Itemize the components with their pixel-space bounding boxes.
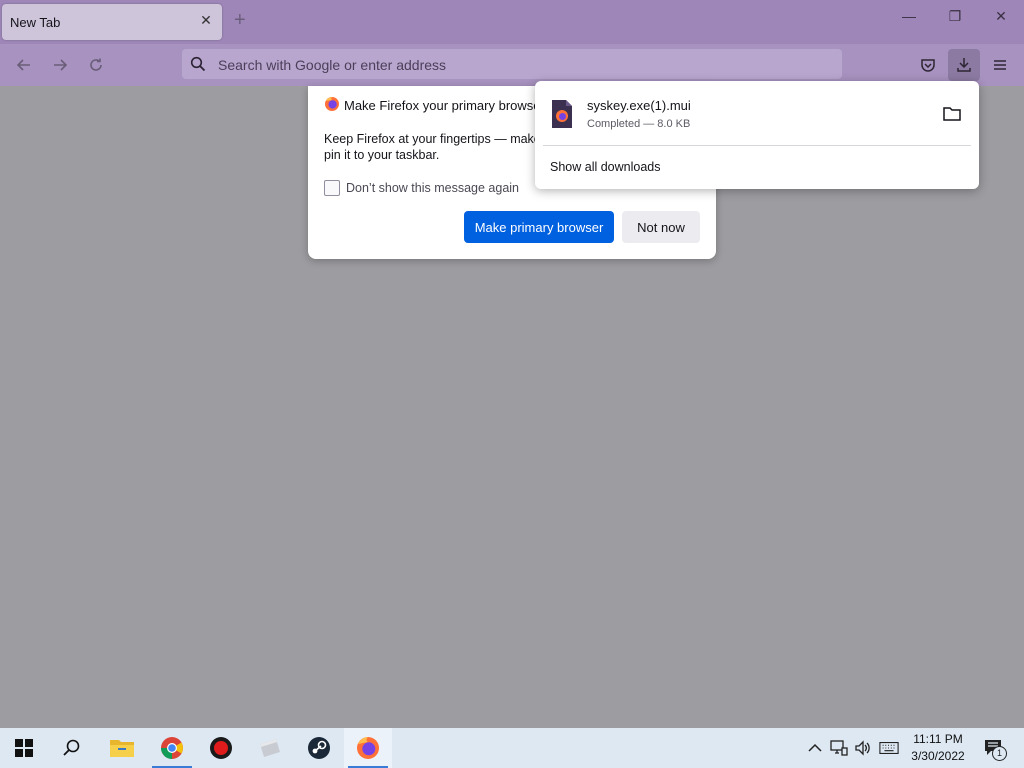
file-explorer-icon (110, 740, 134, 757)
forward-arrow-icon (54, 59, 68, 71)
reload-button[interactable] (83, 53, 109, 77)
taskbar-search-button[interactable] (48, 728, 96, 768)
back-arrow-icon (16, 59, 30, 71)
start-button[interactable] (0, 728, 48, 768)
show-hidden-icons-chevron-icon[interactable] (805, 738, 825, 758)
chrome-icon (161, 737, 183, 759)
restore-button[interactable]: ❐ (940, 8, 970, 25)
clock-date[interactable]: 3/30/2022 (906, 749, 970, 763)
record-icon (210, 737, 232, 759)
pocket-icon (921, 59, 935, 72)
taskbar-steam[interactable] (295, 728, 343, 768)
folder-icon[interactable] (942, 105, 962, 123)
network-icon[interactable] (829, 738, 849, 758)
steam-icon (308, 737, 330, 759)
new-tab-button[interactable]: + (234, 10, 246, 30)
downloads-panel: syskey.exe(1).mui Completed — 8.0 KB Sho… (535, 81, 979, 189)
search-icon (190, 56, 206, 72)
tab-title: New Tab (10, 15, 61, 30)
firefox-icon (357, 737, 379, 759)
download-file-name[interactable]: syskey.exe(1).mui (587, 98, 691, 113)
notification-center-button[interactable]: 1 (982, 738, 1007, 761)
app-icon (260, 739, 280, 757)
tab-new-tab[interactable]: New Tab ✕ (2, 4, 222, 40)
firefox-icon (325, 97, 339, 111)
address-input[interactable] (216, 53, 820, 77)
taskbar: 11:11 PM 3/30/2022 1 (0, 728, 1024, 768)
taskbar-recorder[interactable] (197, 728, 245, 768)
notification-count-badge: 1 (992, 746, 1007, 761)
address-bar[interactable] (182, 49, 842, 79)
title-bar: New Tab ✕ + — ❐ ✕ (0, 0, 1024, 44)
dialog-title: Make Firefox your primary browser? (344, 98, 553, 113)
volume-icon[interactable] (853, 738, 873, 758)
download-status: Completed — 8.0 KB (587, 118, 691, 130)
back-button[interactable] (11, 53, 37, 77)
windows-start-icon (15, 739, 33, 757)
close-tab-icon[interactable]: ✕ (198, 12, 214, 29)
divider (543, 145, 971, 146)
download-icon (957, 58, 971, 72)
downloads-button[interactable] (948, 49, 980, 81)
taskbar-chrome[interactable] (148, 728, 196, 768)
keyboard-icon[interactable] (879, 738, 899, 758)
taskbar-file-explorer[interactable] (98, 728, 146, 768)
taskbar-firefox[interactable] (344, 728, 392, 768)
menu-button[interactable] (984, 49, 1016, 81)
search-icon (63, 739, 80, 756)
minimize-button[interactable]: — (894, 8, 924, 24)
taskbar-app[interactable] (246, 728, 294, 768)
show-all-downloads-link[interactable]: Show all downloads (550, 160, 661, 174)
close-window-button[interactable]: ✕ (986, 8, 1016, 25)
file-icon (552, 100, 572, 128)
forward-button[interactable] (47, 53, 73, 77)
navigation-toolbar (0, 44, 1024, 86)
dont-show-again-label[interactable]: Don’t show this message again (346, 181, 519, 195)
reload-icon (90, 58, 102, 71)
pocket-button[interactable] (912, 49, 944, 81)
dont-show-again-checkbox[interactable] (324, 180, 340, 196)
clock-time[interactable]: 11:11 PM (906, 732, 970, 746)
not-now-button[interactable]: Not now (622, 211, 700, 243)
hamburger-menu-icon (994, 60, 1006, 70)
make-primary-browser-button[interactable]: Make primary browser (464, 211, 614, 243)
